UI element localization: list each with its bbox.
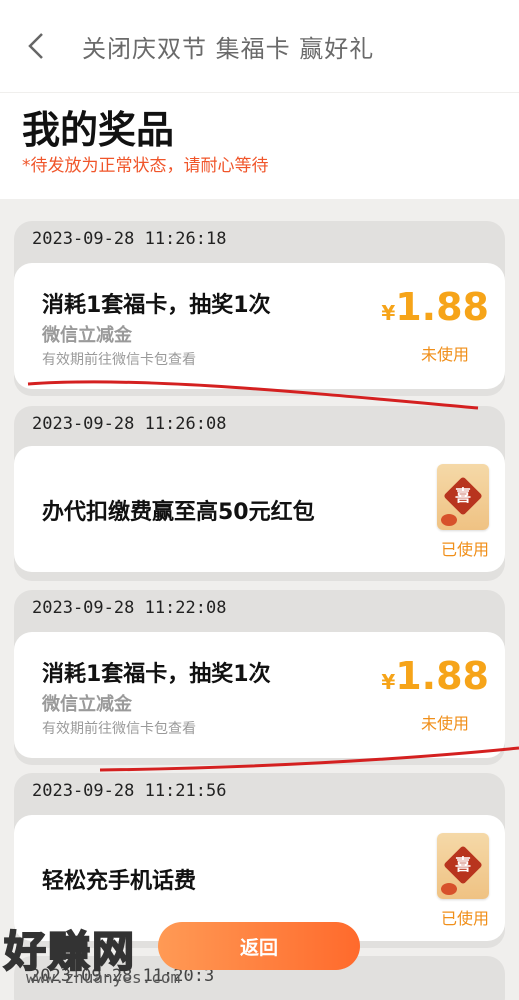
prize-note: 有效期前往微信卡包查看 <box>42 721 196 737</box>
prize-time: 2023-09-28 11:21:56 <box>32 781 227 801</box>
prize-card[interactable]: 消耗1套福卡，抽奖1次 微信立减金 有效期前往微信卡包查看 ¥1.88 未使用 <box>14 263 505 389</box>
amount-value: 1.88 <box>395 285 489 329</box>
prize-group: 2023-09-28 11:26:08 办代扣缴费赢至高50元红包 喜 已使用 <box>14 406 505 581</box>
prize-time: 2023-09-28 11:26:08 <box>32 414 227 434</box>
status-badge: 已使用 <box>440 540 489 559</box>
chevron-left-icon <box>28 33 43 59</box>
page-title: 我的奖品 <box>22 108 175 152</box>
prize-time: 2023-09-28 11:22:08 <box>32 598 227 618</box>
prize-stamp-icon: 喜 <box>437 464 489 530</box>
prize-title: 消耗1套福卡，抽奖1次 <box>42 662 271 687</box>
prize-title: 轻松充手机话费 <box>42 869 197 894</box>
prize-group: 2023-09-28 11:26:18 消耗1套福卡，抽奖1次 微信立减金 有效… <box>14 221 505 396</box>
prize-card[interactable]: 消耗1套福卡，抽奖1次 微信立减金 有效期前往微信卡包查看 ¥1.88 未使用 <box>14 632 505 758</box>
nav-title: 关闭庆双节 集福卡 赢好礼 <box>82 34 375 63</box>
prize-amount: ¥1.88 <box>381 285 489 329</box>
prize-amount: ¥1.88 <box>381 654 489 698</box>
back-button[interactable] <box>0 0 72 92</box>
prize-title: 办代扣缴费赢至高50元红包 <box>42 500 315 525</box>
prize-title: 消耗1套福卡，抽奖1次 <box>42 293 271 318</box>
prize-note: 有效期前往微信卡包查看 <box>42 352 196 368</box>
currency-symbol: ¥ <box>381 670 396 694</box>
prize-card[interactable]: 办代扣缴费赢至高50元红包 喜 已使用 <box>14 446 505 572</box>
currency-symbol: ¥ <box>381 301 396 325</box>
prize-subtitle: 微信立减金 <box>42 325 132 346</box>
prize-group: 2023-09-28 11:22:08 消耗1套福卡，抽奖1次 微信立减金 有效… <box>14 590 505 765</box>
watermark-url: www.zhuanyes.com <box>26 968 181 987</box>
prize-subtitle: 微信立减金 <box>42 694 132 715</box>
amount-value: 1.88 <box>395 654 489 698</box>
prize-time: 2023-09-28 11:26:18 <box>32 229 227 249</box>
status-badge: 已使用 <box>440 909 489 928</box>
pending-note: *待发放为正常状态，请耐心等待 <box>22 156 269 176</box>
status-badge: 未使用 <box>420 345 469 364</box>
prize-stamp-icon: 喜 <box>437 833 489 899</box>
return-button[interactable]: 返回 <box>158 922 360 970</box>
status-badge: 未使用 <box>420 714 469 733</box>
nav-bar: 关闭庆双节 集福卡 赢好礼 <box>0 0 519 92</box>
page-header: 我的奖品 *待发放为正常状态，请耐心等待 <box>0 93 519 199</box>
